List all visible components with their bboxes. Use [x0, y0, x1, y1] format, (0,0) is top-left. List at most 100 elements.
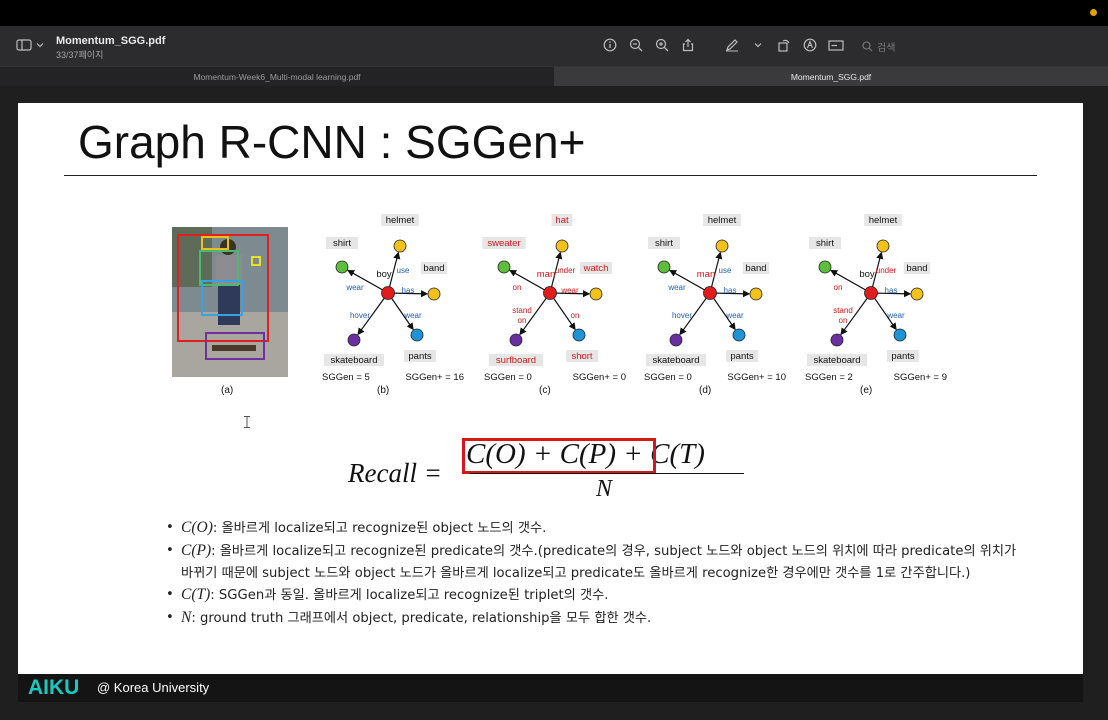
scene-graph-e: helmet shirt band skateboard pants boy under on… [801, 213, 951, 396]
sggen-score: SGGen = 0 [484, 372, 532, 383]
edge-label-e_top: under [555, 266, 576, 275]
edge-label-e_right: has [402, 286, 415, 295]
graph-node-br [893, 328, 907, 342]
share-button[interactable] [680, 37, 696, 53]
node-label-left: shirt [655, 238, 673, 249]
graph-node-left [497, 260, 511, 274]
recording-indicator [1090, 9, 1097, 16]
highlight-box [462, 438, 656, 474]
sggen-score: SGGen = 5 [322, 372, 370, 383]
figure-caption: (b) [377, 385, 390, 396]
edge-label-e_left: wear [345, 283, 364, 292]
rotate-button[interactable] [776, 37, 792, 53]
node-label-center: man [537, 269, 555, 280]
graph-node-right [749, 287, 763, 301]
graph-node-top [555, 239, 569, 253]
graph-node-br [732, 328, 746, 342]
equation-lhs: Recall = [348, 458, 442, 488]
fraction-bar [470, 473, 744, 474]
node-label-left: shirt [333, 238, 351, 249]
bullet-math: N [181, 609, 192, 627]
node-label-top: helmet [386, 215, 415, 226]
zoom-in-button[interactable] [654, 37, 670, 53]
node-label-bl: skateboard [652, 355, 699, 366]
node-label-bl: skateboard [813, 355, 860, 366]
list-item: • C(T): SGGen과 동일. 올바르게 localize되고 recogn… [166, 586, 609, 604]
edge-label-e_br: wear [403, 311, 422, 320]
scene-graph-b: helmet shirt band skateboard pants boy use wear… [318, 213, 468, 396]
figure-caption: (c) [539, 385, 551, 396]
brand-logo: AIKU [28, 676, 80, 699]
text-cursor-icon [244, 416, 250, 428]
info-button[interactable] [602, 37, 618, 53]
graph-node-bl [669, 333, 683, 347]
pen-icon [726, 39, 738, 52]
figure-caption: (e) [860, 385, 873, 396]
sggen-plus-score: SGGen+ = 16 [405, 372, 464, 383]
graph-node-center [543, 286, 557, 300]
edge-label-e_br: on [571, 311, 580, 320]
sidebar-toggle-button[interactable] [16, 39, 44, 51]
graph-node-right [589, 287, 603, 301]
node-label-br: pants [730, 351, 753, 362]
bullet-text: : 올바르게 localize되고 recognize된 object 노드의 … [212, 521, 547, 536]
bullet-text: : 올바르게 localize되고 recognize된 predicate의 … [181, 543, 1017, 581]
bullet-math: C(T) [181, 586, 211, 604]
chevron-down-icon [754, 43, 762, 48]
info-icon [603, 38, 617, 52]
graph-node-center [703, 286, 717, 300]
edge-label-e_bl: on [518, 316, 527, 325]
graph-canvas: helmet shirt band skateboard pants boy use wear… [322, 214, 464, 383]
node-label-right: band [423, 263, 444, 274]
graph-node-right [427, 287, 441, 301]
edge-label-e_bl: on [839, 316, 848, 325]
document-title: Momentum_SGG.pdf [56, 35, 166, 47]
viewer-toolbar: Momentum_SGG.pdf 33/37페이지 검색 [0, 26, 1108, 66]
sggen-score: SGGen = 0 [644, 372, 692, 383]
form-button[interactable] [828, 37, 844, 53]
system-menubar [0, 0, 1108, 26]
tab-sgg-pdf[interactable]: Momentum_SGG.pdf [554, 66, 1108, 86]
graph-node-left [657, 260, 671, 274]
graph-canvas: helmet shirt band skateboard pants boy under on… [805, 214, 947, 383]
node-label-center: boy [859, 269, 875, 280]
edge-label-e_bl: hover [350, 311, 370, 320]
markup-button[interactable] [724, 37, 740, 53]
list-item: • N: ground truth 그래프에서 object, predicate… [166, 609, 652, 627]
node-label-br: pants [408, 351, 431, 362]
skateboard-photo [172, 227, 288, 377]
bullet-math: C(P) [181, 541, 212, 559]
edge-label-e_left: on [834, 283, 843, 292]
definition-list: • C(O): 올바르게 localize되고 recognize된 object… [166, 517, 1026, 630]
chevron-down-icon [36, 43, 44, 48]
annotate-icon [803, 38, 817, 52]
tab-multimodal-pdf[interactable]: Momentum-Week6_Multi-modal learning.pdf [0, 66, 554, 86]
graph-node-bl [830, 333, 844, 347]
search-field[interactable]: 검색 [862, 37, 1098, 55]
node-label-bl: skateboard [330, 355, 377, 366]
form-icon [828, 40, 844, 51]
edge-label-e_top: use [719, 266, 732, 275]
node-label-br: pants [891, 351, 914, 362]
bullet-text: : SGGen과 동일. 올바르게 localize되고 recognize된 … [210, 588, 609, 604]
node-label-left: shirt [816, 238, 834, 249]
edge-label-e_top: under [876, 266, 897, 275]
markup-menu-button[interactable] [750, 37, 766, 53]
title-divider [64, 175, 1037, 176]
node-label-right: watch [583, 263, 609, 274]
node-label-left: sweater [487, 238, 520, 249]
sggen-score: SGGen = 2 [805, 372, 853, 383]
graph-node-center [381, 286, 395, 300]
node-label-center: boy [376, 269, 392, 280]
slide-page: Graph R-CNN : SGGen+ (a) helmet shirt band… [18, 103, 1083, 674]
zoom-out-button[interactable] [628, 37, 644, 53]
annotate-button[interactable] [802, 37, 818, 53]
equation-denominator: N [596, 476, 613, 502]
graph-node-bl [509, 333, 523, 347]
graph-node-left [335, 260, 349, 274]
figure-a-caption: (a) [221, 385, 234, 396]
edge-label-e_right: wear [560, 286, 579, 295]
bullet-text: : ground truth 그래프에서 object, predicate, … [191, 611, 652, 627]
edge-label-e_bl: stand [833, 306, 853, 315]
node-label-bl: surfboard [496, 355, 536, 366]
